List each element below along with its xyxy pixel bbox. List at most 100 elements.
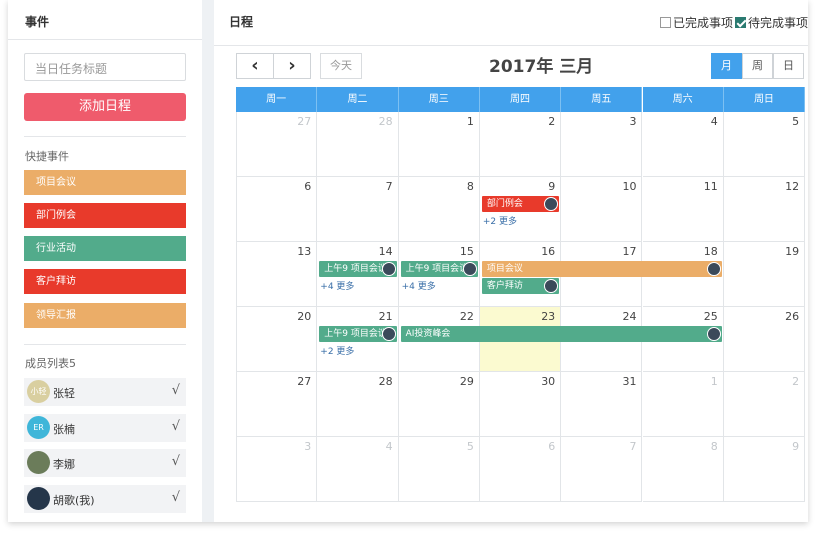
divider xyxy=(24,136,186,137)
day-number: 27 xyxy=(297,115,312,128)
member-item[interactable]: ER 张楠 √ xyxy=(24,414,186,442)
member-name: 张轻 xyxy=(53,387,75,400)
filter-pending-label: 待完成事项 xyxy=(748,16,809,30)
day-cell[interactable]: 28 xyxy=(317,112,399,177)
more-events-link[interactable]: +4 更多 xyxy=(402,279,436,292)
calendar-event[interactable]: 上午9 项目会议 xyxy=(400,261,478,277)
check-icon[interactable]: √ xyxy=(172,490,180,505)
more-events-link[interactable]: +2 更多 xyxy=(320,344,354,357)
member-item[interactable]: 李娜 √ xyxy=(24,449,186,477)
view-week-button[interactable]: 周 xyxy=(742,53,773,79)
calendar-event[interactable]: AI投资峰会 xyxy=(400,326,722,342)
day-number: 24 xyxy=(622,310,637,323)
calendar-event[interactable]: 上午9 项目会议 xyxy=(319,261,397,277)
quick-event-industry-activity[interactable]: 行业活动 xyxy=(24,236,186,261)
day-cell[interactable]: 12 xyxy=(723,177,806,242)
day-cell[interactable]: 19 xyxy=(723,242,806,307)
filter-completed[interactable]: 已完成事项 xyxy=(660,14,733,31)
day-cell[interactable]: 8 xyxy=(398,177,480,242)
divider xyxy=(24,344,186,345)
calendar-title: 2017年 三月 xyxy=(489,57,594,77)
day-cell[interactable]: 4 xyxy=(642,112,724,177)
view-day-button[interactable]: 日 xyxy=(773,53,804,79)
day-cell[interactable]: 31 xyxy=(561,372,643,437)
check-icon[interactable]: √ xyxy=(172,383,180,398)
checkbox-checked-icon[interactable] xyxy=(735,17,746,28)
day-number: 8 xyxy=(466,180,474,193)
quick-events-title: 快捷事件 xyxy=(25,150,69,163)
day-cell[interactable]: 3 xyxy=(561,112,643,177)
day-number: 10 xyxy=(622,180,637,193)
day-cell[interactable]: 11 xyxy=(642,177,724,242)
day-cell[interactable]: 8 xyxy=(642,437,724,502)
day-number: 17 xyxy=(622,245,637,258)
prev-month-button[interactable]: ‹ xyxy=(236,53,274,79)
member-item[interactable]: 胡歌(我) √ xyxy=(24,485,186,513)
check-icon[interactable]: √ xyxy=(172,454,180,469)
day-cell[interactable]: 27 xyxy=(236,112,318,177)
task-title-input[interactable]: 当日任务标题 xyxy=(24,53,186,81)
day-cell[interactable]: 1 xyxy=(398,112,480,177)
day-cell[interactable]: 29 xyxy=(398,372,480,437)
day-cell[interactable]: 10 xyxy=(561,177,643,242)
member-name: 张楠 xyxy=(53,423,75,436)
day-cell[interactable]: 26 xyxy=(723,307,806,372)
checkbox-icon[interactable] xyxy=(660,17,671,28)
more-events-link[interactable]: +2 更多 xyxy=(483,214,517,227)
avatar xyxy=(381,327,396,341)
day-number: 13 xyxy=(297,245,312,258)
day-cell[interactable]: 28 xyxy=(317,372,399,437)
day-number: 28 xyxy=(378,115,393,128)
day-number: 29 xyxy=(459,375,474,388)
members-title: 成员列表5 xyxy=(25,357,76,370)
day-cell[interactable]: 5 xyxy=(723,112,806,177)
day-number: 27 xyxy=(297,375,312,388)
calendar-event[interactable]: 部门例会 xyxy=(481,196,560,212)
day-number: 8 xyxy=(710,440,718,453)
day-cell[interactable]: 27 xyxy=(236,372,318,437)
calendar-event[interactable]: 上午9 项目会议 xyxy=(319,326,397,342)
day-cell[interactable]: 9 xyxy=(723,437,806,502)
avatar: ER xyxy=(27,416,50,439)
day-cell[interactable]: 4 xyxy=(317,437,399,502)
next-month-button[interactable]: › xyxy=(273,53,311,79)
quick-event-leader-report[interactable]: 领导汇报 xyxy=(24,303,186,328)
schedule-header: 日程 已完成事项 待完成事项 xyxy=(214,0,808,46)
quick-event-dept-meeting[interactable]: 部门例会 xyxy=(24,203,186,228)
check-icon[interactable]: √ xyxy=(172,419,180,434)
day-cell[interactable]: 20 xyxy=(236,307,318,372)
more-events-link[interactable]: +4 更多 xyxy=(320,279,354,292)
calendar-event[interactable]: 项目会议 xyxy=(481,261,722,277)
avatar xyxy=(27,487,50,510)
filter-pending[interactable]: 待完成事项 xyxy=(735,14,808,31)
day-cell[interactable]: 6 xyxy=(236,177,318,242)
day-number: 9 xyxy=(792,440,800,453)
view-month-button[interactable]: 月 xyxy=(711,53,742,79)
day-number: 4 xyxy=(385,440,393,453)
day-cell[interactable]: 1 xyxy=(642,372,724,437)
day-cell[interactable]: 5 xyxy=(398,437,480,502)
avatar xyxy=(462,262,477,276)
calendar-event[interactable]: 客户拜访 xyxy=(481,278,560,294)
day-cell[interactable]: 3 xyxy=(236,437,318,502)
day-cell[interactable]: 13 xyxy=(236,242,318,307)
avatar xyxy=(544,279,559,293)
day-number: 7 xyxy=(629,440,637,453)
quick-event-project-meeting[interactable]: 项目会议 xyxy=(24,170,186,195)
day-cell[interactable]: 30 xyxy=(479,372,562,437)
today-button[interactable]: 今天 xyxy=(320,53,362,79)
quick-event-client-visit[interactable]: 客户拜访 xyxy=(24,269,186,294)
day-number: 26 xyxy=(785,310,800,323)
add-schedule-button[interactable]: 添加日程 xyxy=(24,93,186,121)
day-number: 2 xyxy=(792,375,800,388)
member-name: 李娜 xyxy=(53,458,75,471)
day-cell[interactable]: 2 xyxy=(723,372,806,437)
day-cell[interactable]: 6 xyxy=(479,437,562,502)
day-number: 5 xyxy=(792,115,800,128)
event-title: AI投资峰会 xyxy=(405,329,451,339)
avatar xyxy=(381,262,396,276)
day-cell[interactable]: 7 xyxy=(317,177,399,242)
day-cell[interactable]: 7 xyxy=(561,437,643,502)
member-item[interactable]: 小轻 张轻 √ xyxy=(24,378,186,406)
day-cell[interactable]: 2 xyxy=(479,112,562,177)
